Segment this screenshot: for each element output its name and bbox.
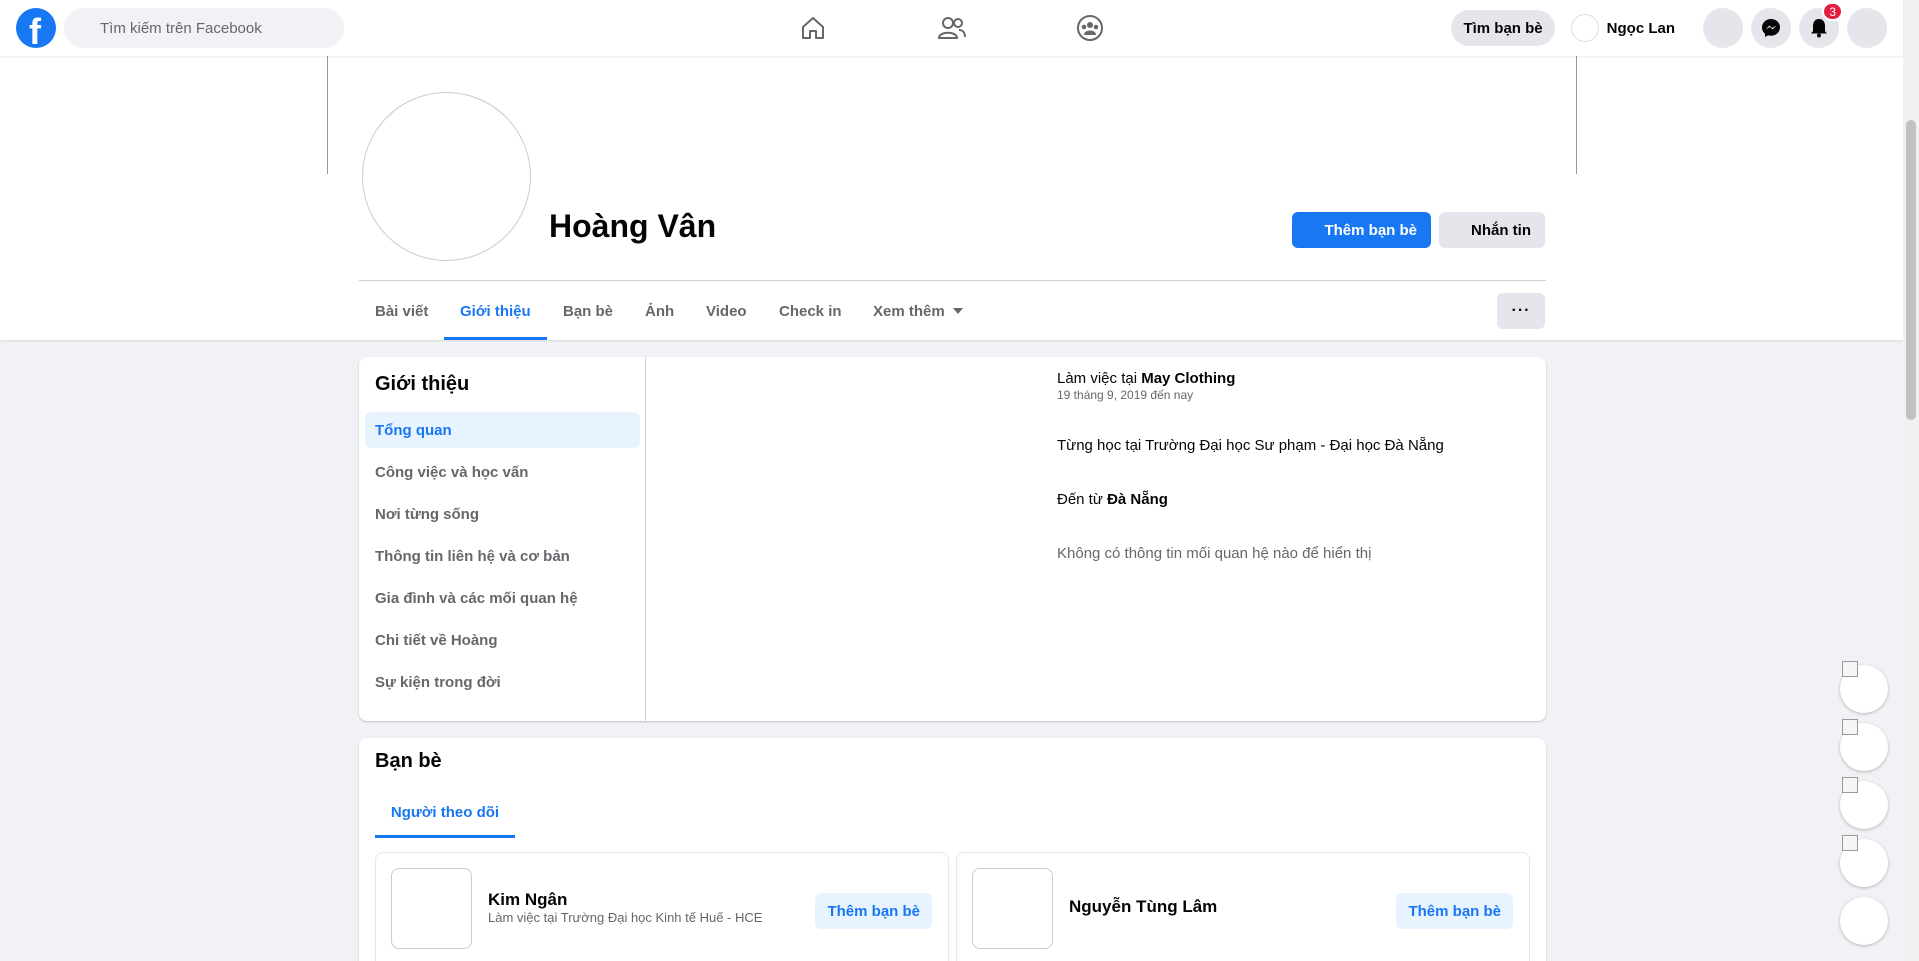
profile-avatar[interactable] [362, 92, 531, 261]
tab-see-more-label: Xem thêm [873, 302, 945, 320]
friend-photo[interactable] [972, 868, 1053, 949]
menu-button[interactable] [1703, 8, 1743, 48]
cover-edge-right [1576, 56, 1577, 174]
about-overview: Làm việc tại May Clothing 19 tháng 9, 20… [647, 357, 1546, 721]
account-button[interactable] [1847, 8, 1887, 48]
friends-card: Bạn bè Người theo dõi Kim Ngân Làm việc … [359, 738, 1546, 961]
groups-icon[interactable] [1074, 12, 1106, 44]
education-info: Từng học tại Trường Đại học Sư phạm - Đạ… [1057, 437, 1444, 454]
broken-image-icon [1842, 835, 1858, 851]
friend-name[interactable]: Nguyễn Tùng Lâm [1069, 897, 1217, 917]
caret-down-icon [952, 308, 963, 314]
top-navigation-bar: f Tìm kiếm trên Facebook Tìm bạn bè Ngọc… [0, 0, 1903, 56]
chat-head[interactable] [1840, 777, 1888, 829]
friend-name[interactable]: Kim Ngân [488, 890, 567, 910]
more-options-button[interactable]: ··· [1497, 293, 1545, 329]
about-menu-places-lived[interactable]: Nơi từng sống [365, 496, 640, 532]
about-title: Giới thiệu [375, 373, 470, 395]
list-item: Nguyễn Tùng Lâm Thêm bạn bè [956, 852, 1530, 961]
profile-header: Hoàng Vân Thêm bạn bè Nhắn tin Bài viết … [0, 56, 1903, 340]
find-friends-button[interactable]: Tìm bạn bè [1451, 10, 1555, 46]
hometown-link[interactable]: Đà Nẵng [1107, 491, 1168, 508]
friends-icon[interactable] [936, 12, 968, 44]
avatar [1570, 14, 1599, 42]
tab-friends[interactable]: Bạn bè [547, 282, 629, 340]
about-menu-overview[interactable]: Tổng quan [365, 412, 640, 448]
hometown-prefix: Đến từ [1057, 491, 1108, 508]
about-card: Giới thiệu Tổng quan Công việc và học vấ… [359, 357, 1546, 721]
new-message-button[interactable] [1840, 897, 1888, 945]
friend-photo[interactable] [391, 868, 472, 949]
chat-head[interactable] [1840, 835, 1888, 887]
home-icon[interactable] [797, 12, 829, 44]
add-friend-button[interactable]: Thêm bạn bè [1292, 212, 1431, 248]
profile-name: Hoàng Vân [549, 208, 717, 244]
about-menu-life-events[interactable]: Sự kiện trong đời [365, 664, 640, 700]
broken-image-icon [1842, 777, 1858, 793]
tab-posts[interactable]: Bài viết [359, 282, 444, 340]
tab-about[interactable]: Giới thiệu [444, 282, 547, 340]
messenger-icon [1762, 19, 1780, 37]
about-sidebar: Giới thiệu Tổng quan Công việc và học vấ… [359, 357, 646, 721]
tab-check-in[interactable]: Check in [763, 282, 858, 340]
work-info: Làm việc tại May Clothing [1057, 370, 1235, 387]
relationship-info: Không có thông tin mối quan hệ nào để hi… [1057, 545, 1372, 562]
tab-see-more[interactable]: Xem thêm [857, 282, 979, 340]
current-user-name: Ngọc Lan [1606, 19, 1675, 37]
add-friend-button[interactable]: Thêm bạn bè [1396, 893, 1513, 929]
notifications-button[interactable]: 3 [1799, 2, 1843, 48]
messenger-button[interactable] [1751, 8, 1791, 48]
scrollbar-thumb[interactable] [1906, 120, 1916, 420]
tab-videos[interactable]: Video [690, 282, 763, 340]
about-menu-details[interactable]: Chi tiết về Hoàng [365, 622, 640, 658]
tab-followers[interactable]: Người theo dõi [375, 786, 515, 838]
work-prefix: Làm việc tại [1057, 370, 1142, 387]
tab-photos[interactable]: Ảnh [629, 282, 690, 340]
notification-badge: 3 [1822, 2, 1843, 21]
add-friend-button[interactable]: Thêm bạn bè [815, 893, 932, 929]
friend-subtitle: Làm việc tại Trường Đại học Kinh tế Huế … [488, 910, 763, 925]
about-menu-work-education[interactable]: Công việc và học vấn [365, 454, 640, 490]
list-item: Kim Ngân Làm việc tại Trường Đại học Kin… [375, 852, 949, 961]
broken-image-icon [1842, 661, 1858, 677]
hometown-info: Đến từ Đà Nẵng [1057, 491, 1168, 508]
nav-right-cluster: Tìm bạn bè Ngọc Lan 3 [1451, 2, 1887, 48]
scrollbar[interactable] [1903, 0, 1919, 961]
header-divider [359, 280, 1546, 281]
message-button[interactable]: Nhắn tin [1439, 212, 1545, 248]
chat-head[interactable] [1840, 661, 1888, 713]
cover-edge-left [327, 56, 328, 174]
work-place-link[interactable]: May Clothing [1141, 370, 1235, 387]
broken-image-icon [1842, 719, 1858, 735]
current-user-chip[interactable]: Ngọc Lan [1567, 10, 1683, 46]
work-since: 19 tháng 9, 2019 đến nay [1057, 388, 1194, 402]
about-menu-contact-basic-info[interactable]: Thông tin liên hệ và cơ bản [365, 538, 640, 574]
friends-title: Bạn bè [375, 750, 442, 772]
about-menu-family-relationships[interactable]: Gia đình và các mối quan hệ [365, 580, 640, 616]
bell-icon [1811, 19, 1827, 38]
chat-head[interactable] [1840, 719, 1888, 771]
